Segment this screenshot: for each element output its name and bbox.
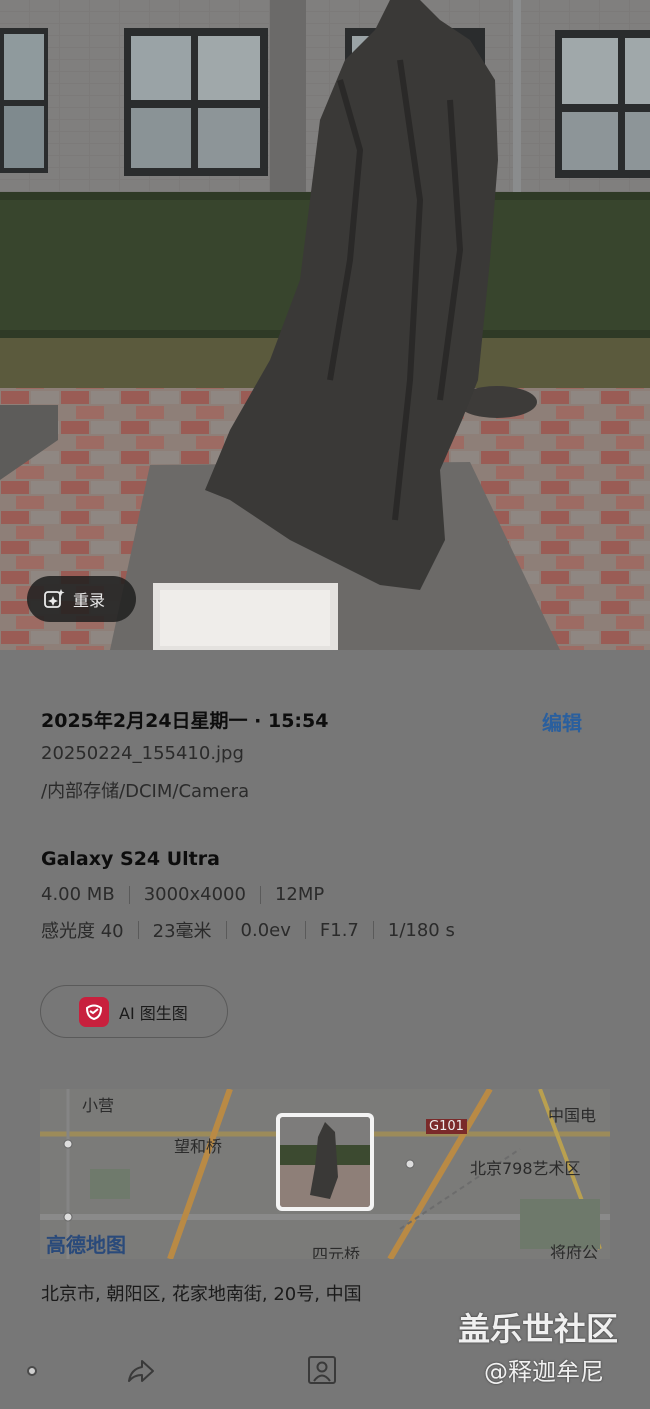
divider [128,885,130,904]
device-name: Galaxy S24 Ultra [41,848,220,870]
file-specs: 4.00 MB 3000x4000 12MP [41,884,324,905]
iso: 感光度 40 [41,921,124,942]
exposure-value: 0.0ev [240,919,291,941]
ai-app-icon [79,996,109,1027]
map-label-wangheqiao: 望和桥 [174,1137,223,1156]
divider [225,921,227,939]
photo-viewer[interactable]: 重录 [0,0,650,650]
camera-specs: 感光度 40 23毫米 0.0ev F1.7 1/180 s [41,917,455,943]
ai-image-generation-button[interactable]: AI 图生图 [40,985,228,1038]
map-label-g101: G101 [426,1119,467,1134]
share-icon[interactable] [126,1356,156,1386]
ai-button-label: AI 图生图 [119,1003,188,1023]
megapixels: 12MP [274,884,325,905]
file-size: 4.00 MB [41,884,115,905]
map-provider-logo: 高德地图 [46,1233,126,1257]
map-label-jiangfu-park: 将府公 [550,1243,599,1259]
remaster-button[interactable]: 重录 [27,576,136,622]
file-name: 20250224_155410.jpg [41,743,244,764]
file-path: /内部存储/DCIM/Camera [41,781,250,802]
map-photo-pin[interactable] [276,1113,374,1211]
resolution: 3000x4000 [143,884,246,905]
divider [137,921,139,939]
map-label-siyuanqiao: 四元桥 [312,1245,361,1259]
divider [304,921,306,939]
statue-photo [0,0,650,650]
sparkle-edit-icon [44,589,65,608]
bottom-toolbar [0,1340,650,1409]
map-label-china-tower: 中国电 [548,1106,597,1125]
map-label-xiaoying: 小营 [82,1096,115,1115]
divider [259,885,261,904]
map-label-798: 北京798艺术区 [470,1159,581,1178]
location-map[interactable]: 小营 望和桥 G101 北京798艺术区 中国电 高德地图 四元桥 将府公 [40,1089,610,1259]
location-address: 北京市, 朝阳区, 花家地南街, 20号, 中国 [41,1284,362,1305]
shutter-speed: 1/180 s [387,919,455,941]
details-panel: 2025年2月24日星期一 · 15:54 编辑 20250224_155410… [0,650,650,1409]
photo-thumbnail [280,1117,370,1207]
person-tag-icon[interactable] [306,1354,338,1386]
dot-indicator-icon[interactable] [27,1366,37,1376]
focal-length: 23毫米 [152,921,212,942]
edit-button[interactable]: 编辑 [542,707,582,736]
remaster-label: 重录 [73,591,106,610]
divider [372,921,374,939]
photo-datetime: 2025年2月24日星期一 · 15:54 [41,710,329,732]
aperture: F1.7 [319,919,359,941]
